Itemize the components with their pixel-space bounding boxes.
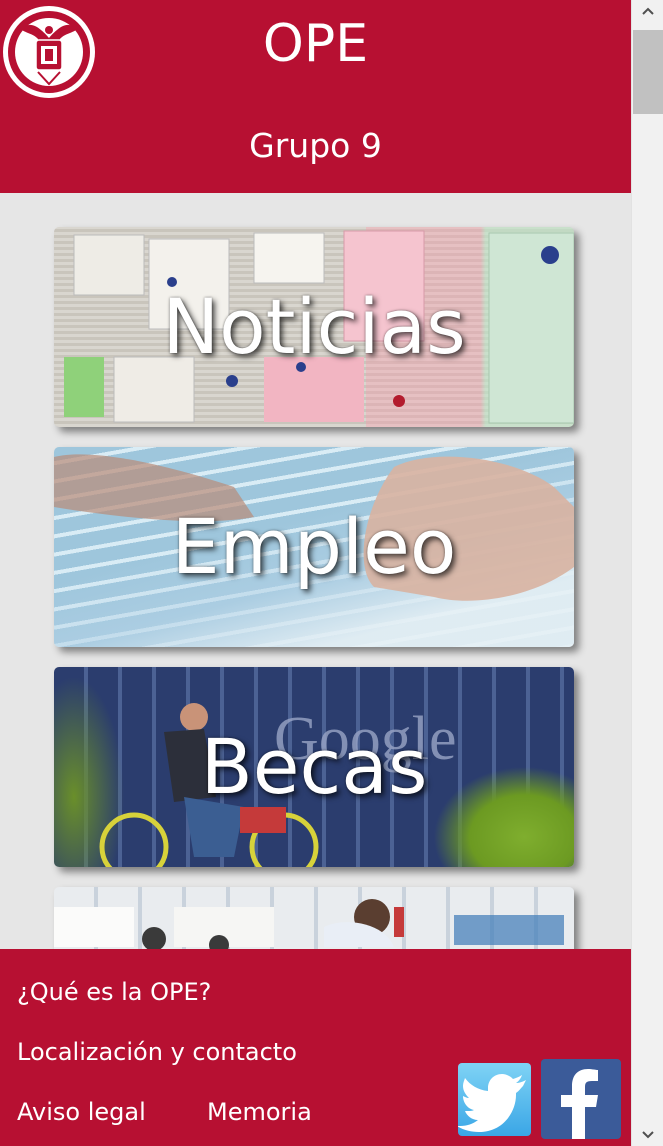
- page-viewport: OPE Grupo 9 Noticias Empleo Google Becas…: [0, 0, 631, 1146]
- card-becas[interactable]: Google Becas: [54, 667, 574, 867]
- card-empleo[interactable]: Empleo: [54, 447, 574, 647]
- header: OPE Grupo 9: [0, 0, 631, 193]
- scroll-down-arrow-icon[interactable]: [632, 1124, 663, 1146]
- footer-link-que-es[interactable]: ¿Qué es la OPE?: [17, 976, 211, 1008]
- scroll-thumb[interactable]: [633, 30, 663, 114]
- facebook-button[interactable]: [541, 1059, 621, 1139]
- card-label-noticias: Noticias: [162, 282, 466, 371]
- footer-link-memoria[interactable]: Memoria: [207, 1096, 312, 1128]
- footer-link-aviso-legal[interactable]: Aviso legal: [17, 1096, 146, 1128]
- card-noticias[interactable]: Noticias: [54, 227, 574, 427]
- twitter-button[interactable]: [458, 1063, 531, 1136]
- facebook-f-icon: [561, 1069, 598, 1139]
- card-label-empleo: Empleo: [171, 502, 457, 591]
- app-subtitle: Grupo 9: [249, 126, 382, 165]
- scroll-up-arrow-icon[interactable]: [632, 0, 663, 22]
- vertical-scrollbar[interactable]: [631, 0, 663, 1146]
- footer-link-localizacion[interactable]: Localización y contacto: [17, 1036, 297, 1068]
- twitter-bird-icon: [458, 1074, 526, 1132]
- card-label-becas: Becas: [200, 722, 428, 811]
- app-title: OPE: [262, 14, 369, 74]
